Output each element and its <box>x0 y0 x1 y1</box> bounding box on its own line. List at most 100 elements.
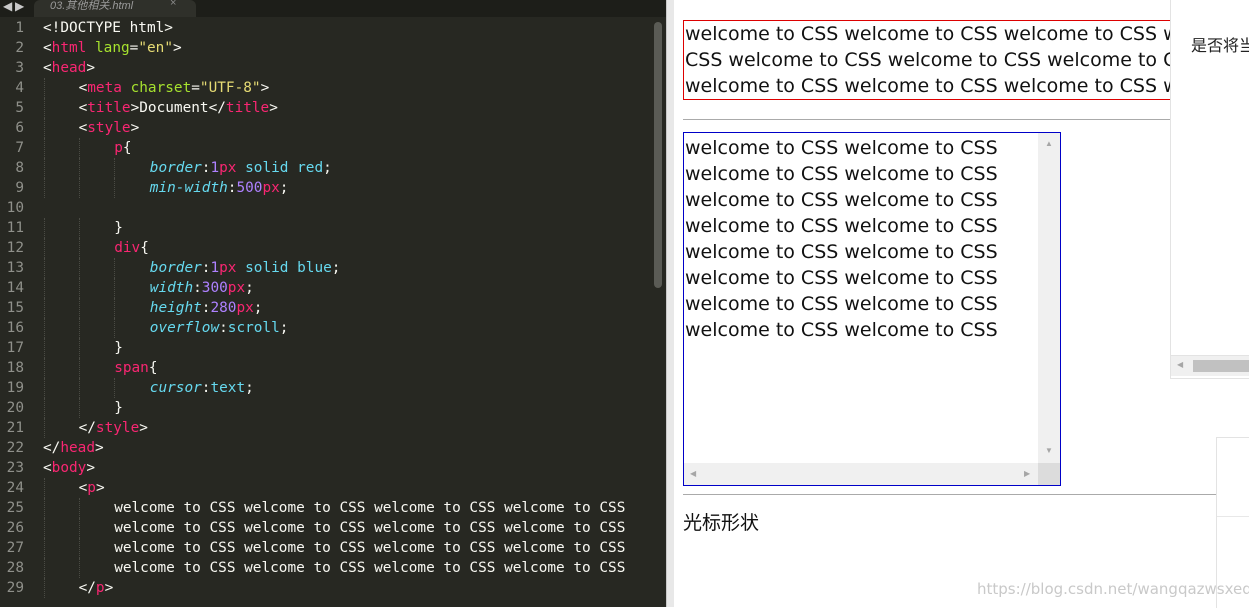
code-token: charset <box>130 80 192 96</box>
code-token: 280 <box>210 300 237 316</box>
code-editor[interactable]: ◀ ▶ 03.其他相关.html × 1 <!DOCTYPE html> 2 <htm… <box>0 0 666 607</box>
code-token: body <box>51 460 87 476</box>
line-number: 8 <box>15 160 24 176</box>
code-line[interactable]: 8 border:1px solid red; <box>0 158 652 178</box>
code-line[interactable]: 13 border:1px solid blue; <box>0 258 652 278</box>
code-line[interactable]: 9 min-width:500px; <box>0 178 652 198</box>
code-token: text <box>210 380 246 396</box>
div-line: welcome to CSS welcome to CSS <box>685 293 998 315</box>
code-line[interactable]: 29 </p> <box>0 578 652 598</box>
code-token: > <box>104 580 114 596</box>
code-token: { <box>140 240 149 256</box>
code-text: } <box>114 218 123 238</box>
scroll-up-icon[interactable]: ▲ <box>1045 140 1053 148</box>
tab-back-icon[interactable]: ◀ <box>3 0 12 15</box>
line-number: 23 <box>6 460 24 476</box>
code-line[interactable]: 20} <box>0 398 652 418</box>
pane-divider[interactable] <box>666 0 674 607</box>
indent-guide <box>79 398 81 418</box>
code-line[interactable]: 1 <!DOCTYPE html> <box>0 18 652 38</box>
code-token: title <box>87 100 131 116</box>
line-number: 14 <box>6 280 24 296</box>
code-token: > <box>260 80 270 96</box>
code-line[interactable]: 16 overflow:scroll; <box>0 318 652 338</box>
scroll-left-icon[interactable]: ◀ <box>690 470 696 478</box>
line-number: 10 <box>6 200 24 216</box>
scroll-right-icon[interactable]: ▶ <box>1024 470 1030 478</box>
code-token: head <box>51 60 87 76</box>
code-line[interactable]: 3 <head> <box>0 58 652 78</box>
scrollable-div[interactable]: welcome to CSS welcome to CSS welcome to… <box>683 132 1061 486</box>
line-number: 27 <box>6 540 24 556</box>
code-token: solid <box>245 260 289 276</box>
indent-guide <box>44 118 46 138</box>
code-line[interactable]: 4 <meta charset="UTF-8"> <box>0 78 652 98</box>
scroll-left-icon[interactable]: ◀ <box>1177 360 1183 369</box>
line-number: 21 <box>6 420 24 436</box>
code-token: > <box>86 460 95 476</box>
code-line[interactable]: 5 <title>Document</title> <box>0 98 652 118</box>
code-token: width <box>149 280 194 296</box>
code-line[interactable]: 26 welcome to CSS welcome to CSS welcome … <box>0 518 652 538</box>
code-line[interactable]: 25 welcome to CSS welcome to CSS welcome … <box>0 498 652 518</box>
code-line[interactable]: 11} <box>0 218 652 238</box>
editor-tab-bar: ◀ ▶ 03.其他相关.html × <box>0 0 666 17</box>
code-token: ; <box>279 180 289 196</box>
code-line[interactable]: 14 width:300px; <box>0 278 652 298</box>
div-content: welcome to CSS welcome to CSS welcome to… <box>684 135 998 343</box>
code-token: style <box>87 120 131 136</box>
code-line[interactable]: 23 <body> <box>0 458 652 478</box>
line-number: 2 <box>15 40 24 56</box>
code-token: ; <box>331 260 341 276</box>
code-line[interactable]: 15 height:280px; <box>0 298 652 318</box>
code-token: welcome to CSS welcome to CSS welcome to… <box>114 500 626 516</box>
line-number: 5 <box>15 100 24 116</box>
editor-scrollbar[interactable] <box>654 22 662 288</box>
code-token: px <box>219 160 237 176</box>
scroll-down-icon[interactable]: ▼ <box>1045 447 1053 455</box>
tab-forward-icon[interactable]: ▶ <box>15 0 24 15</box>
indent-guide <box>114 158 116 178</box>
code-token: < <box>43 460 52 476</box>
code-token: ; <box>245 280 254 296</box>
cursor-shape-label: 光标形状 <box>683 512 760 534</box>
code-token: </ <box>78 420 96 436</box>
code-token: { <box>148 360 158 376</box>
code-token: </ <box>78 580 96 596</box>
code-line[interactable]: 10 <box>0 198 652 218</box>
code-area[interactable]: 1 <!DOCTYPE html> 2 <html lang="en"> 3 <head>… <box>0 18 652 598</box>
code-line[interactable]: 22 </head> <box>0 438 652 458</box>
line-number: 16 <box>6 320 24 336</box>
horizontal-scrollbar[interactable]: ◀ ▶ <box>684 463 1038 485</box>
editor-tab[interactable]: 03.其他相关.html × <box>34 0 196 17</box>
code-line[interactable]: 19 cursor:text; <box>0 378 652 398</box>
vertical-scrollbar[interactable]: ▲ ▼ <box>1038 133 1060 463</box>
code-line[interactable]: 2 <html lang="en"> <box>0 38 652 58</box>
indent-guide <box>44 238 46 258</box>
code-token: 1 <box>210 260 220 276</box>
scrollbar-thumb[interactable] <box>1193 360 1249 372</box>
code-line[interactable]: 12 div{ <box>0 238 652 258</box>
code-line[interactable]: 28 welcome to CSS welcome to CSS welcome … <box>0 558 652 578</box>
indent-guide <box>44 298 46 318</box>
code-line[interactable]: 21 </style> <box>0 418 652 438</box>
code-line[interactable]: 24 <p> <box>0 478 652 498</box>
indent-guide <box>79 498 81 518</box>
code-line[interactable]: 18 span{ <box>0 358 652 378</box>
div-line: welcome to CSS welcome to CSS <box>685 241 998 263</box>
dialog-scrollbar[interactable]: ◀ <box>1171 355 1249 376</box>
code-line[interactable]: 27 welcome to CSS welcome to CSS welcome … <box>0 538 652 558</box>
code-line[interactable]: 6 <style> <box>0 118 652 138</box>
code-line[interactable]: 17} <box>0 338 652 358</box>
code-text: welcome to CSS welcome to CSS welcome to… <box>114 498 625 518</box>
line-number: 25 <box>6 500 24 516</box>
indent-guide <box>44 418 46 438</box>
close-icon[interactable]: × <box>170 0 176 9</box>
code-token: > <box>94 440 104 456</box>
div-line: welcome to CSS welcome to CSS <box>685 189 998 211</box>
code-token: html <box>51 40 87 56</box>
div-line: welcome to CSS welcome to CSS <box>685 267 998 289</box>
indent-guide <box>44 578 46 598</box>
code-line[interactable]: 7 p{ <box>0 138 652 158</box>
